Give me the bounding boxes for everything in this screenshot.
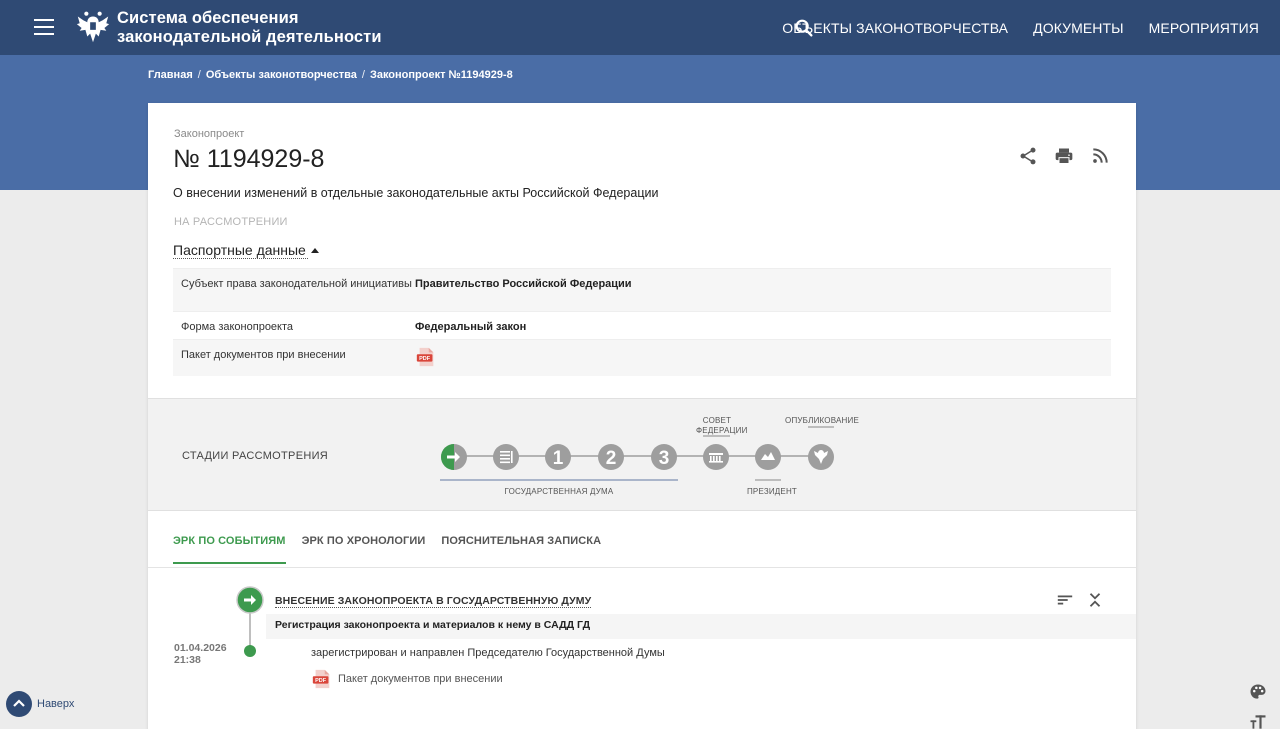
stages-panel: СТАДИИ РАССМОТРЕНИЯ 1 2 3 СОВЕТ ФЕДЕРАЦИ…: [148, 398, 1136, 511]
event-document-link[interactable]: PDF Пакет документов при внесении: [311, 668, 503, 690]
passport-value: Правительство Российской Федерации: [415, 278, 632, 290]
event-date: 01.04.2026: [174, 642, 227, 654]
event-title[interactable]: ВНЕСЕНИЕ ЗАКОНОПРОЕКТА В ГОСУДАРСТВЕННУЮ…: [275, 595, 592, 608]
event-datetime: 01.04.2026 21:38: [174, 642, 227, 666]
passport-row: Форма законопроекта Федеральный закон: [173, 311, 1111, 339]
stage-introduction[interactable]: [441, 444, 467, 470]
sort-icon[interactable]: [1056, 590, 1074, 610]
nav-link-objects[interactable]: ОБЪЕКТЫ ЗАКОНОТВОРЧЕСТВА: [782, 20, 1008, 36]
nav-link-events[interactable]: МЕРОПРИЯТИЯ: [1149, 20, 1259, 36]
stage-reading-3[interactable]: 3: [651, 444, 677, 470]
bill-tools: [1018, 146, 1110, 166]
passport-key: Субъект права законодательной инициативы: [181, 278, 412, 290]
share-icon[interactable]: [1018, 146, 1038, 166]
breadcrumb-home[interactable]: Главная: [148, 69, 193, 81]
stage-document-list[interactable]: [493, 444, 519, 470]
stage-president[interactable]: [755, 444, 781, 470]
passport-row: Субъект права законодательной инициативы…: [173, 268, 1111, 311]
accessibility-tools: [1248, 682, 1268, 729]
event-tools: [1056, 590, 1104, 610]
caption-council-line1: СОВЕТ: [702, 416, 732, 425]
passport-toggle[interactable]: Паспортные данные: [173, 242, 308, 259]
breadcrumb-objects[interactable]: Объекты законотворчества: [206, 69, 357, 81]
caption-council: СОВЕТ ФЕДЕРАЦИИ: [696, 416, 748, 436]
pdf-icon: PDF: [312, 669, 330, 689]
passport-key: Пакет документов при внесении: [181, 349, 346, 361]
tab-events[interactable]: ЭРК ПО СОБЫТИЯМ: [173, 535, 286, 564]
bill-card: Законопроект № 1194929-8 О внесении изме…: [148, 103, 1136, 729]
stage-federation-council[interactable]: [703, 444, 729, 470]
passport-table: Субъект права законодательной инициативы…: [173, 268, 1111, 376]
chevron-up-icon: [6, 691, 32, 717]
status-badge: НА РАССМОТРЕНИИ: [174, 216, 288, 228]
svg-text:PDF: PDF: [419, 356, 431, 362]
stage-reading-2[interactable]: 2: [598, 444, 624, 470]
caret-up-icon[interactable]: [311, 248, 319, 253]
breadcrumb: Главная / Объекты законотворчества / Законоп…: [148, 69, 513, 81]
event-time: 21:38: [174, 654, 201, 666]
breadcrumb-current: Законопроект №1194929-8: [369, 69, 513, 81]
caption-published: ОПУБЛИКОВАНИЕ: [785, 416, 859, 425]
caption-duma: ГОСУДАРСТВЕННАЯ ДУМА: [504, 487, 614, 496]
scroll-top-button[interactable]: Наверх: [6, 691, 74, 717]
main-nav: ОБЪЕКТЫ ЗАКОНОТВОРЧЕСТВА ДОКУМЕНТЫ МЕРОП…: [782, 0, 1259, 55]
nav-link-documents[interactable]: ДОКУМЕНТЫ: [1033, 20, 1124, 36]
passport-key: Форма законопроекта: [181, 321, 294, 333]
rss-icon[interactable]: [1090, 146, 1110, 166]
top-navbar: Система обеспечения законодательной деят…: [0, 0, 1280, 55]
stages-track: 1 2 3: [440, 426, 834, 481]
palette-icon[interactable]: [1248, 682, 1268, 702]
tabs: ЭРК ПО СОБЫТИЯМ ЭРК ПО ХРОНОЛОГИИ ПОЯСНИ…: [173, 535, 601, 564]
stage-reading-1[interactable]: 1: [545, 444, 571, 470]
scroll-top-label: Наверх: [37, 698, 75, 710]
bill-kind: Законопроект: [174, 128, 245, 140]
stage-reading-2-label: 2: [606, 448, 617, 469]
hamburger-icon[interactable]: [34, 19, 54, 35]
emblem-logo[interactable]: [74, 8, 112, 46]
event-stage-icon: [236, 586, 264, 614]
caption-president: ПРЕЗИДЕНТ: [746, 487, 798, 496]
tab-explanatory-note[interactable]: ПОЯСНИТЕЛЬНАЯ ЗАПИСКА: [441, 535, 601, 564]
page-title: № 1194929-8: [173, 145, 325, 173]
passport-value: PDF: [415, 340, 1111, 376]
print-icon[interactable]: [1054, 146, 1074, 166]
passport-value: Федеральный закон: [415, 321, 527, 333]
tab-chronology[interactable]: ЭРК ПО ХРОНОЛОГИИ: [302, 535, 426, 564]
collapse-icon[interactable]: [1086, 590, 1104, 610]
stage-reading-3-label: 3: [659, 448, 670, 469]
tabs-divider: [148, 567, 1136, 568]
stage-reading-1-label: 1: [553, 448, 564, 469]
event-subtitle: Регистрация законопроекта и материалов к…: [275, 619, 591, 631]
site-title-line2: законодательной деятельности: [117, 28, 382, 46]
site-title-line1: Система обеспечения: [117, 9, 299, 27]
svg-text:PDF: PDF: [315, 678, 327, 684]
timeline-dot: [244, 645, 256, 657]
event-description: зарегистрирован и направлен Председателю…: [311, 647, 665, 659]
passport-row: Пакет документов при внесении PDF: [173, 339, 1111, 376]
pdf-icon[interactable]: PDF: [415, 346, 437, 368]
event-document-label: Пакет документов при внесении: [338, 673, 503, 685]
bill-title: О внесении изменений в отдельные законод…: [173, 186, 659, 200]
caption-council-line2: ФЕДЕРАЦИИ: [696, 426, 748, 435]
site-title[interactable]: Система обеспечения законодательной деят…: [117, 9, 382, 47]
font-size-icon[interactable]: [1248, 712, 1268, 729]
stage-publication[interactable]: [808, 444, 834, 470]
